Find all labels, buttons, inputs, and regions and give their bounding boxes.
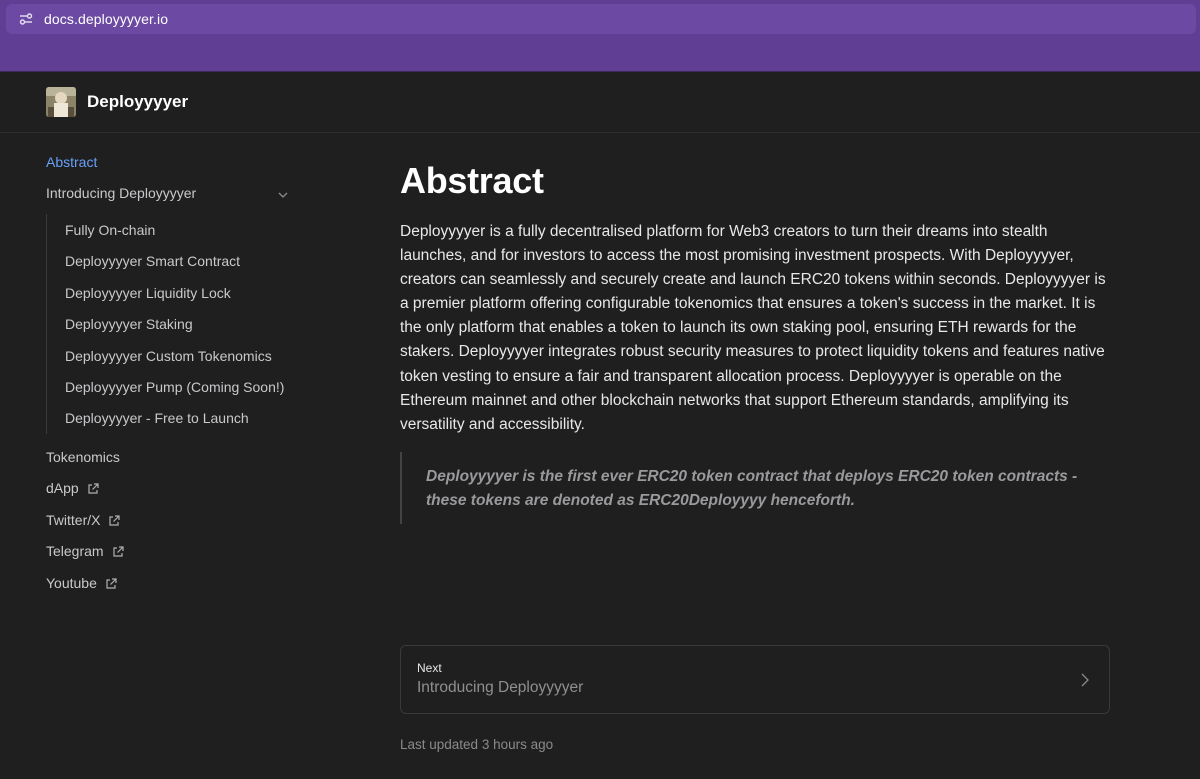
sidebar-subitem-pump[interactable]: Deployyyyer Pump (Coming Soon!) xyxy=(65,379,284,395)
next-label: Next xyxy=(417,661,442,675)
next-page-link[interactable]: Next Introducing Deployyyyer xyxy=(400,645,1110,714)
chevron-right-icon xyxy=(1079,672,1091,688)
address-bar[interactable]: docs.deployyyyer.io xyxy=(6,4,1196,34)
browser-toolbar: docs.deployyyyer.io xyxy=(0,0,1200,72)
sidebar-item-twitter[interactable]: Twitter/X xyxy=(46,512,121,528)
sidebar-item-label: Telegram xyxy=(46,543,104,559)
sidebar-subitem-liquidity-lock[interactable]: Deployyyyer Liquidity Lock xyxy=(65,285,231,301)
site-title[interactable]: Deployyyyer xyxy=(87,92,188,112)
external-link-icon xyxy=(108,514,121,526)
url-text[interactable]: docs.deployyyyer.io xyxy=(44,11,168,27)
sidebar-subitem-staking[interactable]: Deployyyyer Staking xyxy=(65,316,193,332)
site-settings-icon[interactable] xyxy=(18,11,34,27)
sidebar-item-label: Twitter/X xyxy=(46,512,101,528)
sidebar-item-telegram[interactable]: Telegram xyxy=(46,543,124,559)
sidebar-subitem-smart-contract[interactable]: Deployyyyer Smart Contract xyxy=(65,253,240,269)
last-updated-text: Last updated 3 hours ago xyxy=(400,737,554,752)
sidebar-subitem-fully-onchain[interactable]: Fully On-chain xyxy=(65,222,155,238)
sidebar-item-label: Youtube xyxy=(46,575,97,591)
abstract-paragraph: Deployyyyer is a fully decentralised pla… xyxy=(400,223,1106,433)
external-link-icon xyxy=(105,577,117,589)
sidebar-item-tokenomics[interactable]: Tokenomics xyxy=(46,449,120,465)
sidebar-item-abstract[interactable]: Abstract xyxy=(46,154,97,170)
next-page-title: Introducing Deployyyyer xyxy=(417,679,584,696)
sidebar-subitem-free-to-launch[interactable]: Deployyyyer - Free to Launch xyxy=(65,410,249,426)
external-link-icon xyxy=(87,482,99,494)
site-logo[interactable] xyxy=(46,87,76,117)
highlight-quote: Deployyyyer is the first ever ERC20 toke… xyxy=(400,452,1112,524)
sidebar-item-introducing[interactable]: Introducing Deployyyyer xyxy=(46,185,196,201)
sidebar-item-youtube[interactable]: Youtube xyxy=(46,575,117,591)
submenu-divider xyxy=(46,214,47,434)
sidebar-item-label: dApp xyxy=(46,480,79,496)
chevron-down-icon[interactable] xyxy=(277,188,289,200)
sidebar-item-dapp[interactable]: dApp xyxy=(46,480,99,496)
sidebar-subitem-custom-tokenomics[interactable]: Deployyyyer Custom Tokenomics xyxy=(65,348,272,364)
page-title: Abstract xyxy=(400,160,544,201)
external-link-icon xyxy=(112,545,124,557)
site-header: Deployyyyer xyxy=(0,72,1200,133)
